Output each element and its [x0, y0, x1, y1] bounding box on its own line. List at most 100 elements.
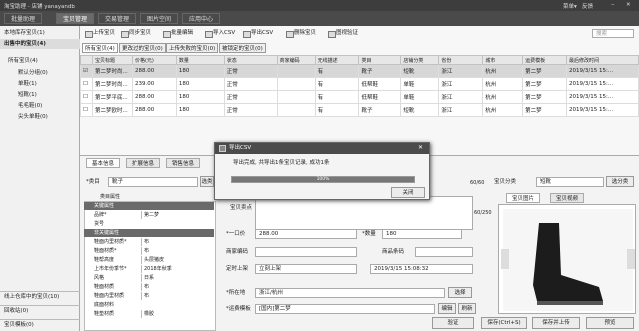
tab-trade[interactable]: 交易管理	[98, 13, 137, 24]
category-input[interactable]: 靴子	[108, 177, 198, 187]
location-input[interactable]: 浙江/杭州	[255, 288, 445, 298]
sidebar-item-warehouse[interactable]: 线上仓库中的宝贝(10)	[0, 291, 80, 301]
props-row[interactable]: 风格 日系	[84, 274, 214, 282]
sidebar-item-boots[interactable]: 短靴(1)	[0, 90, 80, 100]
selling-point-counter: 60/250	[474, 210, 492, 216]
sidebar-item-pointed[interactable]: 尖头单鞋(0)	[0, 112, 80, 122]
column-header[interactable]: 店铺分类	[400, 55, 440, 65]
price-input[interactable]: 288.00	[255, 229, 357, 239]
upload-button[interactable]: 上传宝贝	[84, 29, 115, 38]
props-row[interactable]: 品牌* 第二梦	[84, 211, 214, 219]
props-row[interactable]: 鞋面材质布	[84, 283, 214, 291]
column-header[interactable]: 最后修改时间	[566, 55, 639, 65]
sidebar-item-shoes[interactable]: 单鞋(1)	[0, 79, 80, 89]
menu-button[interactable]: 菜单▾	[563, 2, 577, 10]
props-row[interactable]: 上市年份季节* 2018年秋季	[84, 265, 214, 273]
row-checkbox[interactable]: ☐	[80, 77, 93, 91]
validate-button[interactable]: 验证	[432, 317, 474, 329]
props-row[interactable]: 鞋面内里材质布	[84, 292, 214, 300]
row-checkbox[interactable]: ☐	[80, 103, 93, 117]
select-shop-category-button[interactable]: 选分类	[606, 176, 634, 187]
tab-item-video[interactable]: 宝贝视频	[550, 193, 585, 203]
minimize-icon[interactable]: ‒	[611, 2, 615, 8]
shipping-edit-button[interactable]: 编辑	[438, 303, 456, 314]
tab-sales-info[interactable]: 销售信息	[166, 158, 201, 168]
column-header[interactable]: 宝贝标题	[91, 55, 133, 65]
shop-category-input[interactable]: 短靴	[536, 177, 604, 187]
column-header[interactable]: 运费模板	[522, 55, 568, 65]
sidebar-item-recycle[interactable]: 回收站(0)	[0, 305, 80, 315]
table-row[interactable]: ☑ 第二梦时尚... 288.00 180 正常 有 靴子 短靴 浙江 杭州 第…	[80, 64, 639, 78]
checkbox-header[interactable]	[80, 55, 93, 65]
tab-batch[interactable]: 批量助理	[4, 13, 43, 24]
filter-tab-all[interactable]: 所有宝贝(4)	[82, 43, 118, 53]
selling-point-label: 宝贝卖点	[230, 205, 253, 211]
tab-item-manage[interactable]: 宝贝管理	[56, 13, 95, 24]
export-csv-button[interactable]: 导出CSV	[242, 29, 273, 38]
search-input[interactable]: 搜索	[592, 29, 634, 38]
tab-item-images[interactable]: 宝贝图片	[506, 193, 541, 203]
column-header[interactable]: 无线描述	[314, 55, 360, 65]
filter-tab-failed[interactable]: 上传失败的宝贝(0)	[166, 43, 219, 53]
tab-extended-info[interactable]: 扩展信息	[126, 158, 161, 168]
cell: 浙江	[438, 103, 484, 117]
column-header[interactable]: 类目	[358, 55, 402, 65]
props-row[interactable]: 鞋垫材质 橡胶	[84, 310, 214, 318]
progress-bar: 100%	[231, 176, 415, 183]
table-row[interactable]: ☐ 第二梦欧时... 288.00 180 正常 有 靴子 短靴 浙江 杭州 第…	[80, 103, 639, 117]
dialog-close-button[interactable]: 关闭	[391, 187, 425, 198]
quantity-input[interactable]: 180	[382, 229, 462, 239]
column-header[interactable]: 省份	[438, 55, 484, 65]
save-upload-button[interactable]: 保存并上传	[532, 317, 580, 329]
cell: 第二梦时尚...	[91, 64, 133, 78]
props-row[interactable]: 底面材料	[84, 301, 214, 309]
column-header[interactable]: 价格(元)	[131, 55, 177, 65]
sidebar-item-fur[interactable]: 毛毛鞋(0)	[0, 101, 80, 111]
sidebar-item-onsale[interactable]: 出售中的宝贝(4)	[0, 39, 80, 49]
image-preview[interactable]	[498, 204, 636, 314]
preview-button[interactable]: 预览	[586, 317, 634, 329]
merchant-code-input[interactable]	[255, 247, 357, 257]
cell: 靴子	[358, 103, 402, 117]
column-header[interactable]: 状态	[223, 55, 278, 65]
table-row[interactable]: ☐ 第二梦时尚... 239.00 180 正常 有 低帮鞋 单鞋 浙江 杭州 …	[80, 77, 639, 91]
selling-point-textarea[interactable]	[255, 196, 473, 230]
feedback-button[interactable]: 反馈	[582, 2, 593, 10]
column-header[interactable]: 商家编码	[276, 55, 316, 65]
filter-tab-changed[interactable]: 更改过的宝贝(0)	[119, 43, 166, 53]
props-row[interactable]: 货号	[84, 220, 214, 228]
batch-edit-button[interactable]: 批量编辑	[162, 29, 193, 38]
close-icon[interactable]: ✕	[626, 2, 631, 8]
tab-app-center[interactable]: 应用中心	[182, 13, 221, 24]
shipping-refresh-button[interactable]: 刷新	[458, 303, 476, 314]
shipping-select[interactable]: [国内]第二梦	[255, 304, 435, 314]
cell: 有	[314, 64, 360, 78]
filter-tab-locked[interactable]: 被锁定的宝贝(0)	[219, 43, 266, 53]
verify-button[interactable]: 图视验证	[327, 29, 358, 38]
sync-button[interactable]: 同步宝贝	[120, 29, 151, 38]
schedule-time-input[interactable]: 2019/3/15 15:08:32	[370, 264, 473, 274]
save-button[interactable]: 保存(Ctrl+S)	[481, 317, 527, 329]
sidebar-item-local[interactable]: 本地库存宝贝(1)	[0, 28, 80, 38]
delete-button[interactable]: 删除宝贝	[285, 29, 316, 38]
schedule-select[interactable]: 立刻上架	[255, 264, 357, 274]
barcode-input[interactable]	[415, 247, 473, 257]
cell: 单鞋	[400, 90, 440, 104]
column-header[interactable]: 城市	[482, 55, 524, 65]
row-checkbox[interactable]: ☐	[80, 90, 93, 104]
table-row[interactable]: ☐ 第二梦平底... 288.00 180 正常 有 低帮鞋 单鞋 浙江 杭州 …	[80, 90, 639, 104]
tab-basic-info[interactable]: 基本信息	[86, 158, 121, 168]
props-row[interactable]: 鞋面材质* 布	[84, 247, 214, 255]
column-header[interactable]: 数量	[175, 55, 225, 65]
sidebar-item-all[interactable]: 所有宝贝(4)	[0, 56, 80, 66]
location-select-button[interactable]: 选择	[448, 287, 472, 298]
sidebar-item-default[interactable]: 默认分组(0)	[0, 68, 80, 78]
sidebar-item-template[interactable]: 宝贝模板(0)	[0, 319, 80, 329]
row-checkbox[interactable]: ☑	[80, 64, 93, 78]
dialog-close-icon[interactable]: ✕	[418, 144, 423, 151]
select-category-button[interactable]: 选类	[200, 176, 214, 187]
props-row[interactable]: 鞋帮高度 头层猪皮	[84, 256, 214, 264]
props-row[interactable]: 鞋面内里材质* 布	[84, 238, 214, 246]
tab-image-space[interactable]: 图片空间	[140, 13, 179, 24]
import-csv-button[interactable]: 导入CSV	[204, 29, 235, 38]
